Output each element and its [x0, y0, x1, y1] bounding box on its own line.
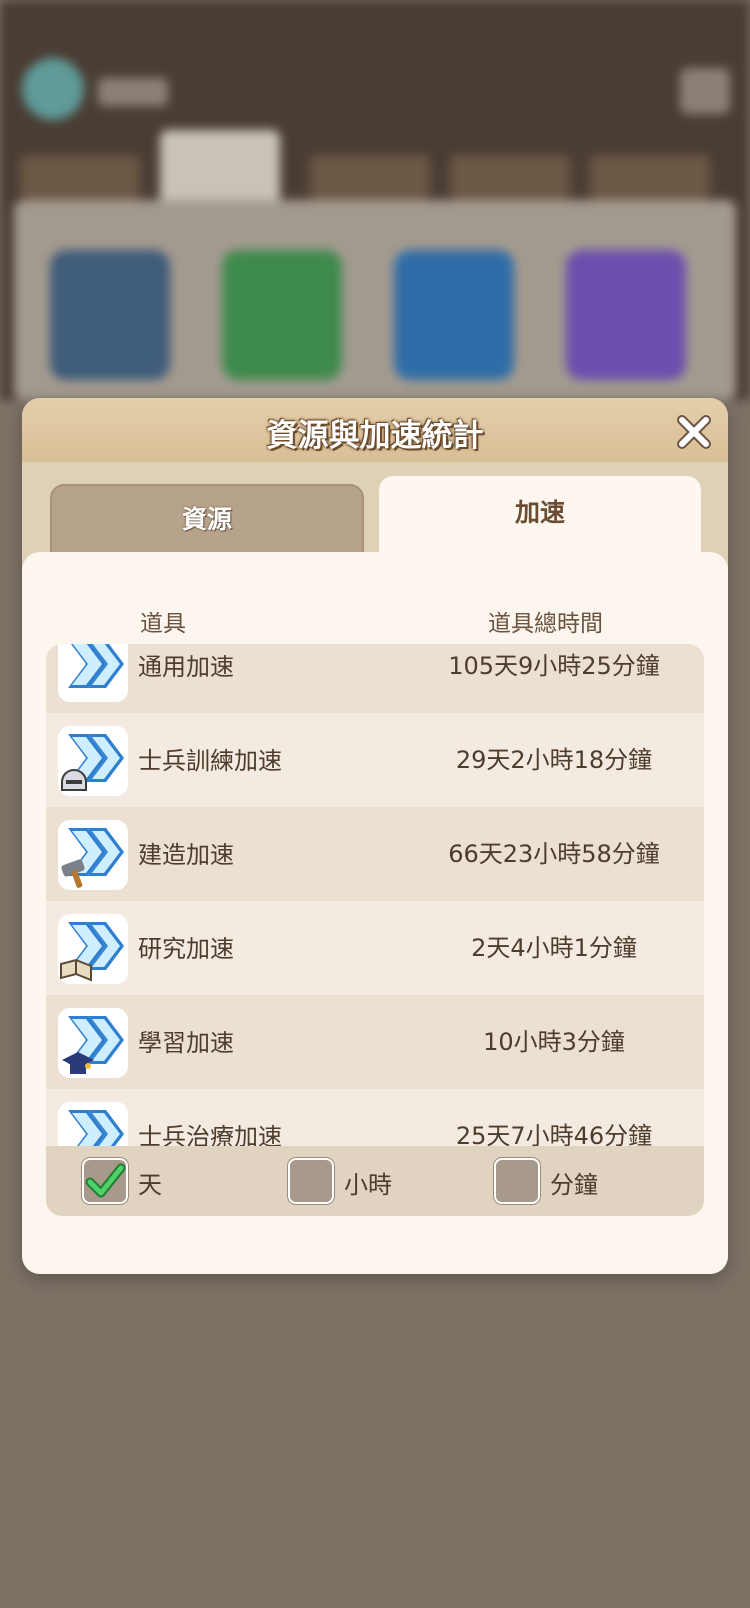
speedup-stats-modal: 資源與加速統計 資源 加速 道具 道具總時間 通用加速 105天9小時25分鐘	[22, 398, 728, 1274]
minute-checkbox[interactable]	[494, 1158, 540, 1204]
item-total-time: 105天9小時25分鐘	[448, 652, 660, 680]
construction-speedup-icon	[58, 820, 128, 890]
background-item-card	[566, 250, 686, 380]
background-tab	[20, 155, 140, 200]
list-item: 研究加速 2天4小時1分鐘	[46, 901, 704, 995]
background-tab	[160, 130, 280, 210]
item-total-time: 25天7小時46分鐘	[455, 1122, 653, 1146]
column-header-total-time: 道具總時間	[488, 611, 603, 637]
background-item-card	[50, 250, 170, 380]
list-item: 通用加速 105天9小時25分鐘	[46, 644, 704, 713]
modal-title: 資源與加速統計	[266, 418, 484, 454]
day-label: 天	[138, 1171, 162, 1199]
speedup-list[interactable]: 通用加速 105天9小時25分鐘 士兵訓練加速 29天2小時18分鐘 建造加速 …	[46, 644, 704, 1146]
item-total-time: 10小時3分鐘	[483, 1028, 625, 1056]
list-item: 建造加速 66天23小時58分鐘	[46, 807, 704, 901]
item-total-time: 2天4小時1分鐘	[471, 934, 637, 962]
learning-speedup-icon	[58, 1008, 128, 1078]
item-name: 通用加速	[138, 653, 234, 681]
soldier-training-speedup-icon	[58, 726, 128, 796]
item-total-time: 66天23小時58分鐘	[448, 840, 660, 868]
background-title	[98, 78, 168, 106]
speedup-icon	[58, 644, 128, 702]
list-item: 士兵訓練加速 29天2小時18分鐘	[46, 713, 704, 807]
background-tab	[310, 155, 430, 200]
tab-resources[interactable]: 資源	[50, 484, 364, 560]
background-item-card	[222, 250, 342, 380]
research-speedup-icon	[58, 914, 128, 984]
background-menu-button	[680, 68, 730, 114]
column-header-item: 道具	[140, 611, 186, 637]
item-total-time: 29天2小時18分鐘	[455, 746, 653, 774]
item-name: 研究加速	[138, 935, 234, 963]
hour-checkbox[interactable]	[288, 1158, 334, 1204]
unit-filter-bar: 天 小時 分鐘	[46, 1146, 704, 1216]
day-checkbox[interactable]	[82, 1158, 128, 1204]
item-name: 士兵訓練加速	[138, 747, 282, 775]
healing-speedup-icon	[58, 1102, 128, 1146]
background-tab	[450, 155, 570, 200]
minute-label: 分鐘	[550, 1171, 598, 1199]
item-name: 建造加速	[138, 841, 234, 869]
background-item-card	[394, 250, 514, 380]
close-icon[interactable]	[674, 412, 714, 452]
list-item: 士兵治療加速 25天7小時46分鐘	[46, 1089, 704, 1146]
background-avatar	[22, 58, 84, 120]
background-tabs	[10, 130, 740, 210]
tab-speedups[interactable]: 加速	[379, 476, 701, 558]
modal-content: 道具 道具總時間 通用加速 105天9小時25分鐘 士兵訓練加速 29天2小時1…	[22, 552, 728, 1274]
item-name: 士兵治療加速	[138, 1123, 282, 1146]
hour-label: 小時	[344, 1171, 392, 1199]
background-tab	[590, 155, 710, 200]
list-item: 學習加速 10小時3分鐘	[46, 995, 704, 1089]
item-name: 學習加速	[138, 1029, 234, 1057]
checkmark-icon	[85, 1163, 126, 1198]
